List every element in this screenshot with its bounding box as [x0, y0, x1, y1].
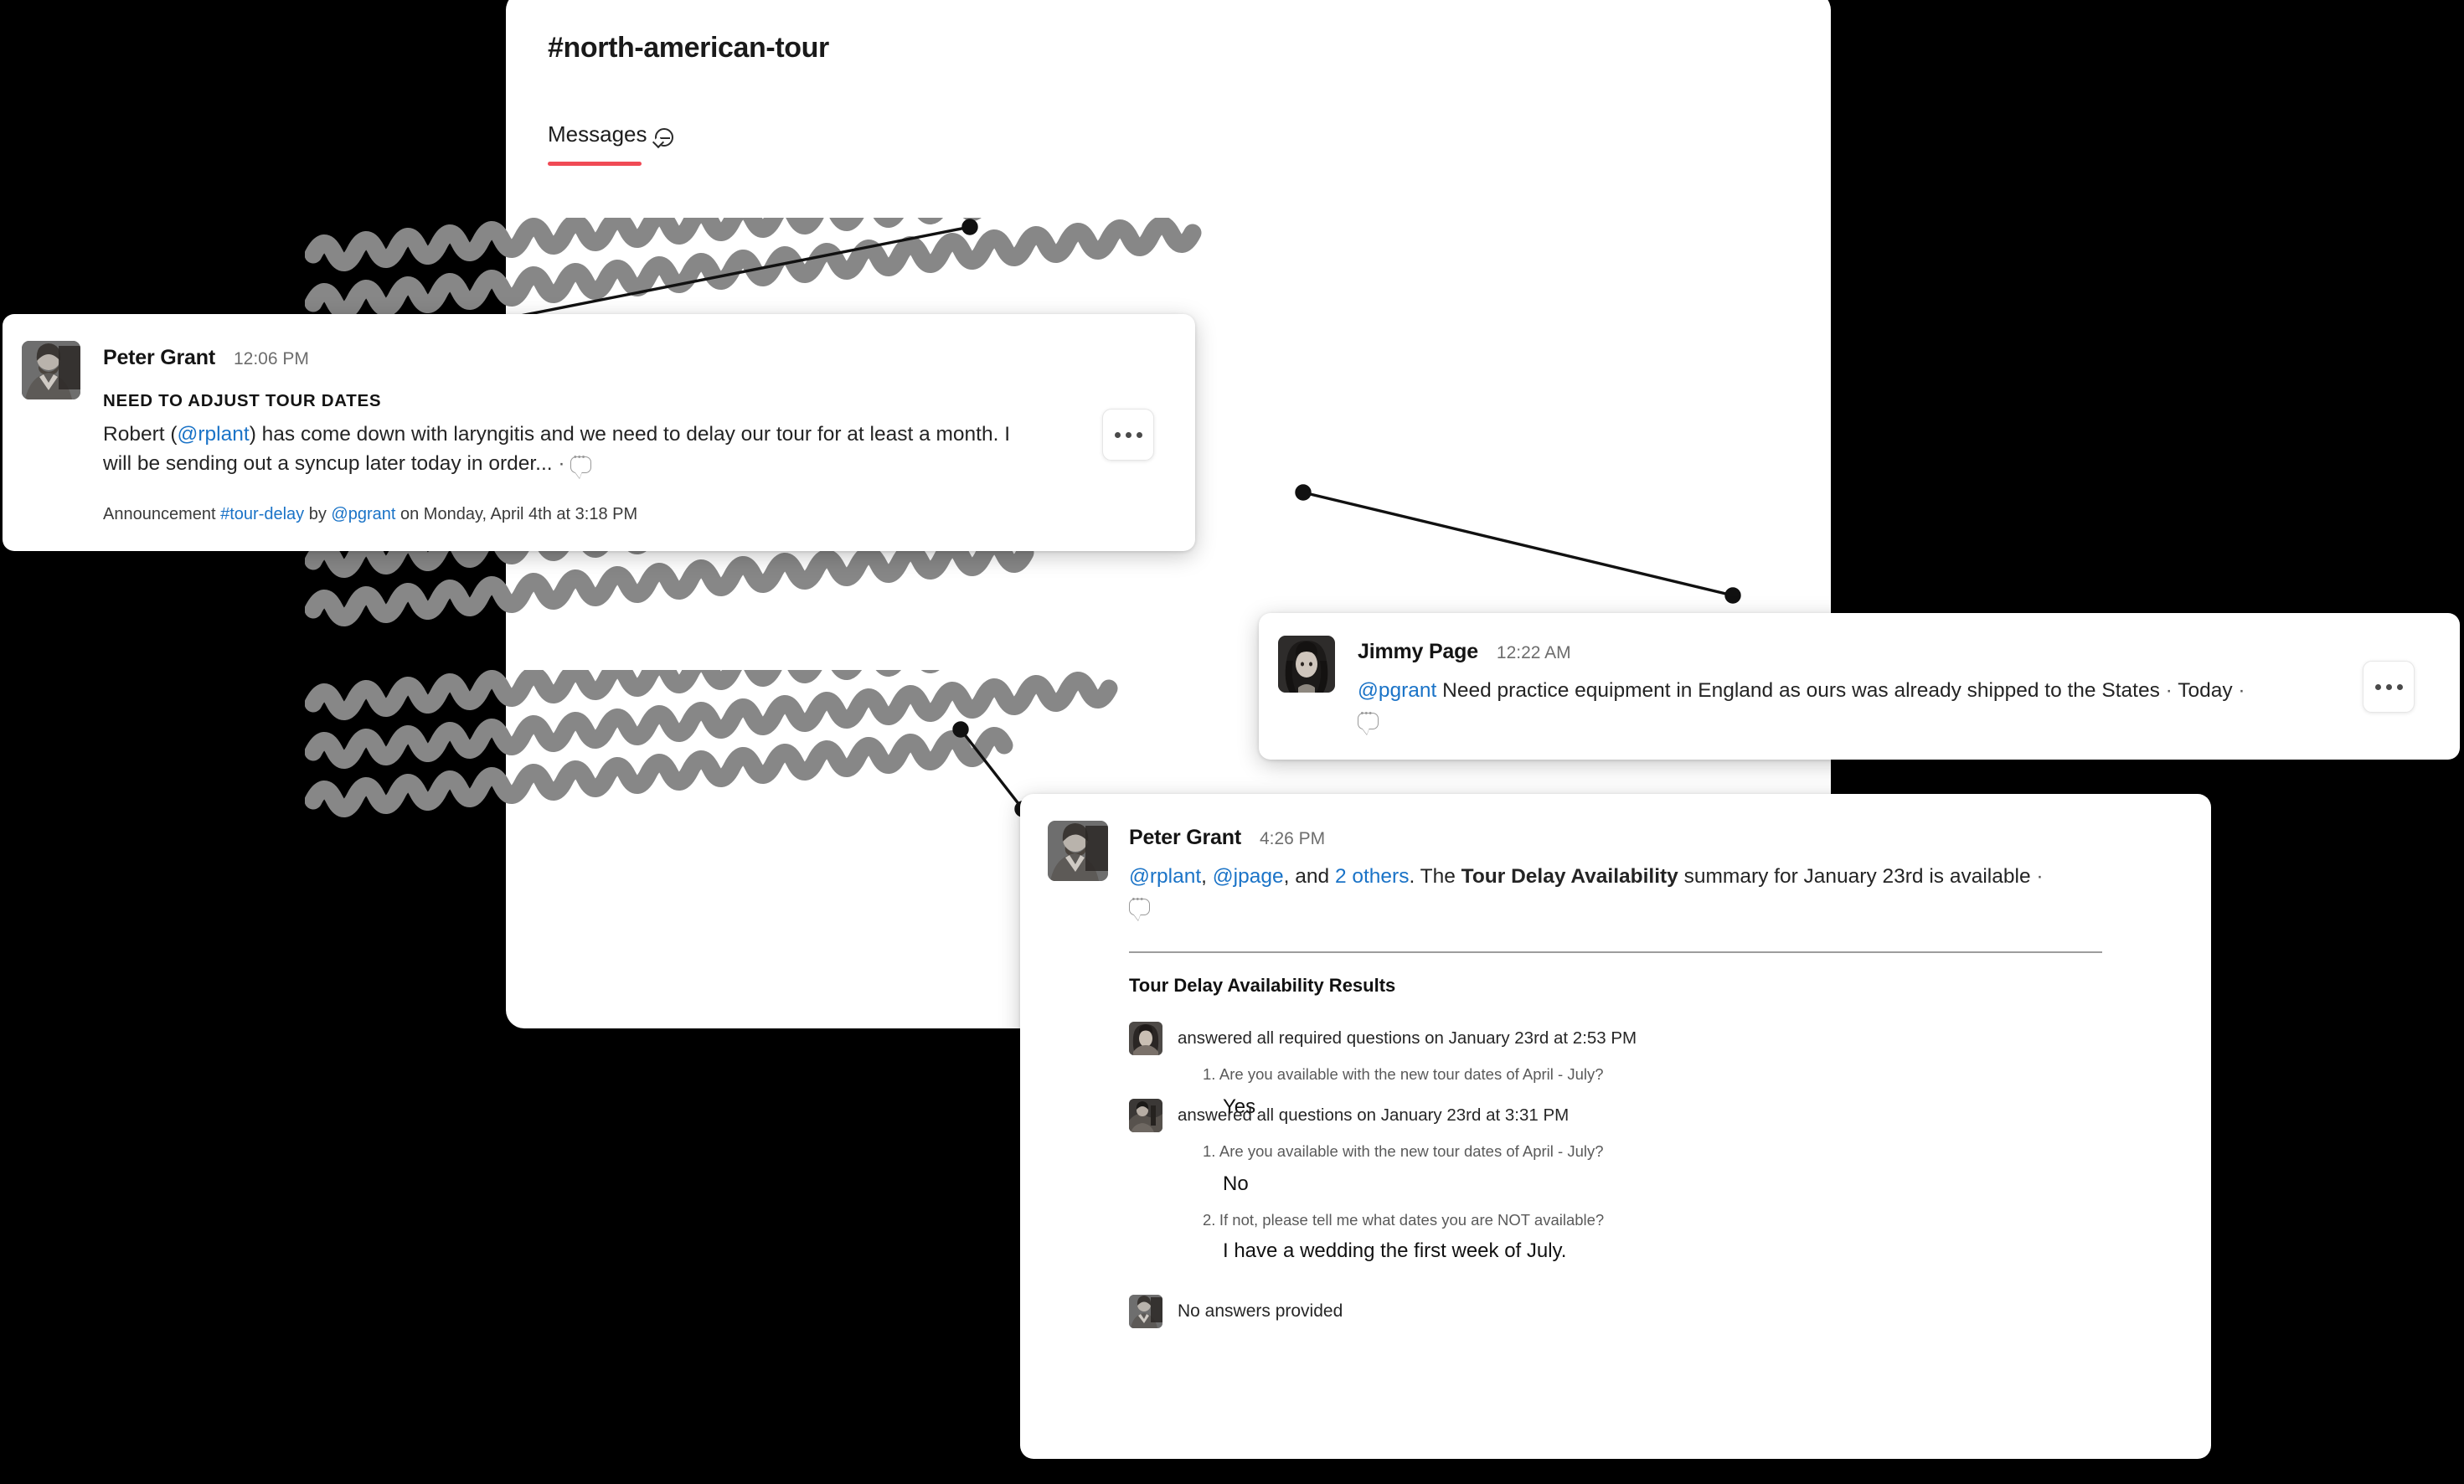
message-author: Peter Grant — [1129, 826, 1241, 849]
meta-author-link[interactable]: @pgrant — [331, 505, 395, 523]
meta-prefix: Announcement — [103, 505, 216, 523]
body-separator: · — [2036, 865, 2044, 888]
message-timestamp: 12:22 AM — [1496, 643, 1571, 662]
pgrant-avatar — [1129, 1295, 1162, 1328]
body-separator: · — [558, 451, 565, 475]
message-relative-time: Today — [2178, 679, 2233, 702]
survey-name: Tour Delay Availability — [1461, 865, 1678, 888]
question-number: 2. — [1203, 1211, 1216, 1229]
message-timestamp: 4:26 PM — [1259, 829, 1326, 848]
text-mid: . The — [1409, 865, 1461, 888]
more-options-button[interactable] — [2363, 661, 2415, 713]
answer-text: I have a wedding the first week of July. — [1223, 1239, 1567, 1262]
message-timestamp: 12:06 PM — [233, 349, 309, 368]
announcement-meta: Announcement #tour-delay by @pgrant on M… — [103, 505, 637, 524]
message-author: Jimmy Page — [1358, 640, 1478, 663]
question-number: 1. — [1203, 1065, 1216, 1083]
message-body-text: Need practice equipment in England as ou… — [1442, 679, 2160, 702]
tab-messages-label: Messages — [548, 121, 647, 147]
message-author: Peter Grant — [103, 346, 215, 369]
jpage-avatar — [1129, 1099, 1162, 1132]
kebab-dot — [1114, 431, 1121, 438]
kebab-dot — [1125, 431, 1131, 438]
redacted-content-block-1 — [305, 218, 1202, 320]
announcement-headline: NEED TO ADJUST TOUR DATES — [103, 391, 382, 410]
results-title: Tour Delay Availability Results — [1129, 975, 1396, 996]
message-body: Robert (@rplant) has come down with lary… — [103, 420, 1016, 479]
question-text: If not, please tell me what dates you ar… — [1219, 1211, 1605, 1229]
message-card-survey-results[interactable]: Peter Grant 4:26 PM @rplant, @jpage, and… — [1020, 794, 2211, 1459]
more-options-button[interactable] — [1102, 409, 1154, 461]
kebab-dot — [1136, 431, 1142, 438]
answer-text: No — [1223, 1172, 1249, 1195]
meta-suffix: on Monday, April 4th at 3:18 PM — [400, 505, 638, 523]
avatar — [1278, 636, 1335, 693]
thread-bubble-icon[interactable] — [1129, 894, 1150, 915]
body-separator: · — [2165, 679, 2173, 702]
tab-active-indicator — [548, 162, 642, 166]
message-card-announcement[interactable]: Peter Grant 12:06 PM NEED TO ADJUST TOUR… — [3, 314, 1195, 551]
mention-jpage[interactable]: @jpage — [1213, 865, 1284, 888]
chat-bubble-icon — [654, 127, 673, 147]
page-title: #north-american-tour — [548, 32, 829, 64]
mention-others-link[interactable]: 2 others — [1335, 865, 1410, 888]
text-tail: summary for January 23rd is available — [1678, 865, 2031, 888]
mention-rplant[interactable]: @rplant — [178, 423, 250, 446]
response-header: No answers provided — [1178, 1301, 1343, 1321]
mention-and: , and — [1283, 865, 1335, 888]
body-separator-2: · — [2238, 679, 2245, 702]
question-number: 1. — [1203, 1142, 1216, 1160]
kebab-dot — [2374, 683, 2381, 690]
message-card-equipment[interactable]: Jimmy Page 12:22 AM @pgrant Need practic… — [1259, 613, 2460, 760]
response-header: answered all questions on January 23rd a… — [1178, 1105, 1570, 1125]
tab-messages[interactable]: Messages — [548, 121, 673, 166]
message-body: @rplant, @jpage, and 2 others. The Tour … — [1129, 863, 2067, 921]
response-header: answered all required questions on Janua… — [1178, 1028, 1637, 1048]
mention-pgrant[interactable]: @pgrant — [1358, 679, 1436, 702]
thread-bubble-icon[interactable] — [1358, 708, 1379, 729]
avatar — [1048, 821, 1108, 881]
message-body: @pgrant Need practice equipment in Engla… — [1358, 677, 2245, 735]
thread-bubble-icon[interactable] — [570, 451, 592, 473]
rplant-avatar — [1129, 1022, 1162, 1055]
question-text: Are you available with the new tour date… — [1219, 1142, 1604, 1160]
avatar — [22, 341, 80, 399]
question-text: Are you available with the new tour date… — [1219, 1065, 1604, 1083]
mention-rplant[interactable]: @rplant — [1129, 865, 1201, 888]
message-body-pre: Robert ( — [103, 423, 178, 446]
kebab-dot — [2385, 683, 2392, 690]
meta-channel-link[interactable]: #tour-delay — [220, 505, 304, 523]
kebab-dot — [2396, 683, 2403, 690]
meta-by: by — [308, 505, 327, 523]
section-divider — [1129, 951, 2102, 953]
